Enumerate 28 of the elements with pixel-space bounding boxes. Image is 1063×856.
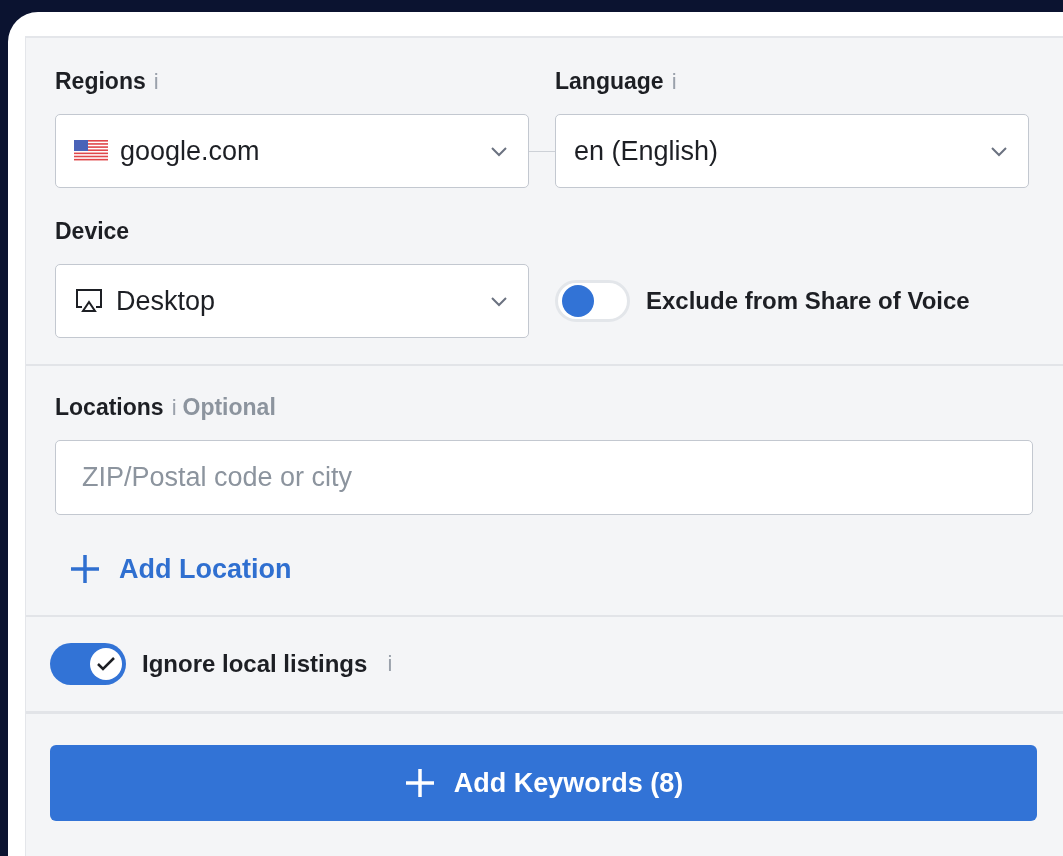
regions-select[interactable]: google.com — [55, 114, 529, 188]
toggle-label: Ignore local listings — [142, 650, 368, 678]
toggle-switch[interactable] — [555, 280, 630, 322]
toggle-switch[interactable] — [50, 643, 126, 685]
info-icon[interactable]: i — [171, 395, 177, 421]
field-label: Locations — [55, 394, 164, 421]
plus-icon — [69, 553, 101, 585]
check-icon — [96, 656, 116, 672]
info-icon[interactable]: i — [387, 651, 393, 677]
device-select[interactable]: Desktop — [55, 264, 529, 338]
connector-line — [529, 151, 555, 152]
optional-label: Optional — [182, 394, 276, 421]
field-label: Device — [55, 218, 130, 245]
location-input[interactable]: ZIP/Postal code or city — [55, 440, 1033, 515]
field-label: Language — [555, 68, 664, 95]
toggle-label: Exclude from Share of Voice — [646, 287, 970, 315]
info-icon[interactable]: i — [153, 69, 159, 95]
chevron-down-icon — [490, 145, 508, 157]
flag-icon — [74, 140, 108, 162]
field-label: Regions — [55, 68, 146, 95]
chevron-down-icon — [490, 295, 508, 307]
info-icon[interactable]: i — [671, 69, 677, 95]
language-select[interactable]: en (English) — [555, 114, 1029, 188]
add-keywords-button[interactable]: Add Keywords (8) — [50, 745, 1037, 821]
monitor-icon — [74, 287, 104, 315]
add-location-link[interactable]: Add Location — [69, 553, 292, 585]
chevron-down-icon — [990, 145, 1008, 157]
plus-icon — [403, 767, 436, 799]
